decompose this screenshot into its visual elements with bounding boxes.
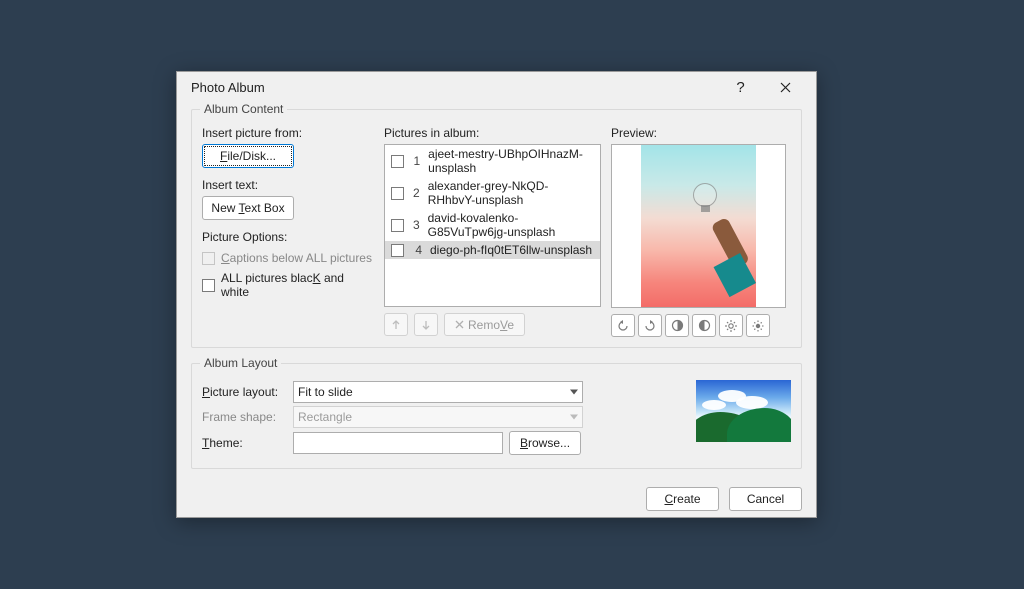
help-button[interactable]: ? bbox=[718, 72, 763, 102]
bw-checkbox-row: ALL pictures blacK and white bbox=[202, 271, 374, 299]
frame-shape-label: Frame shape: bbox=[202, 410, 287, 424]
preview-column: Preview: bbox=[611, 124, 791, 337]
list-item-name: david-kovalenko-G85VuTpw6jg-unsplash bbox=[428, 211, 594, 239]
album-content-group: Album Content Insert picture from: File/… bbox=[191, 102, 802, 348]
insert-picture-from-label: Insert picture from: bbox=[202, 126, 374, 140]
album-layout-legend: Album Layout bbox=[200, 356, 281, 370]
rotate-right-icon bbox=[643, 319, 657, 333]
contrast-down-button[interactable] bbox=[692, 314, 716, 337]
insert-text-label: Insert text: bbox=[202, 178, 374, 192]
bw-checkbox[interactable] bbox=[202, 279, 215, 292]
list-item-name: diego-ph-fIq0tET6llw-unsplash bbox=[430, 243, 592, 257]
create-button[interactable]: Create bbox=[646, 487, 719, 511]
contrast-up-button[interactable] bbox=[665, 314, 689, 337]
insert-column: Insert picture from: File/Disk... Insert… bbox=[202, 124, 374, 337]
photo-album-dialog: Photo Album ? Album Content Insert pictu… bbox=[176, 71, 817, 518]
browse-button[interactable]: Browse... bbox=[509, 431, 581, 455]
picture-layout-value: Fit to slide bbox=[298, 385, 353, 399]
close-button[interactable] bbox=[763, 72, 808, 102]
frame-shape-value: Rectangle bbox=[298, 410, 352, 424]
brightness-up-icon bbox=[724, 319, 738, 333]
file-disk-button[interactable]: File/Disk... bbox=[202, 144, 294, 168]
preview-box bbox=[611, 144, 786, 308]
list-item-checkbox[interactable] bbox=[391, 244, 404, 257]
x-icon bbox=[455, 320, 464, 329]
captions-label: Captions below ALL pictures bbox=[221, 251, 372, 265]
theme-textbox[interactable] bbox=[293, 432, 503, 454]
move-down-button bbox=[414, 313, 438, 336]
bw-label: ALL pictures blacK and white bbox=[221, 271, 374, 299]
brightness-down-icon bbox=[751, 319, 765, 333]
picture-layout-label: Picture layout: bbox=[202, 385, 287, 399]
list-item[interactable]: 2 alexander-grey-NkQD-RHhbvY-unsplash bbox=[385, 177, 600, 209]
close-icon bbox=[780, 82, 791, 93]
list-item-checkbox[interactable] bbox=[391, 155, 404, 168]
brightness-up-button[interactable] bbox=[719, 314, 743, 337]
theme-label: Theme: bbox=[202, 436, 287, 450]
dialog-title: Photo Album bbox=[191, 80, 718, 95]
dialog-titlebar: Photo Album ? bbox=[177, 72, 816, 102]
rotate-left-icon bbox=[616, 319, 630, 333]
picture-options-label: Picture Options: bbox=[202, 230, 374, 244]
list-item-number: 2 bbox=[412, 186, 420, 200]
contrast-up-icon bbox=[671, 319, 684, 332]
chevron-down-icon bbox=[570, 390, 578, 395]
chevron-down-icon bbox=[570, 415, 578, 420]
album-content-legend: Album Content bbox=[200, 102, 287, 116]
picture-layout-select[interactable]: Fit to slide bbox=[293, 381, 583, 403]
dialog-footer: Create Cancel bbox=[191, 487, 802, 511]
list-item-name: alexander-grey-NkQD-RHhbvY-unsplash bbox=[428, 179, 594, 207]
list-item-checkbox[interactable] bbox=[391, 219, 404, 232]
layout-thumbnail bbox=[696, 380, 791, 442]
album-layout-group: Album Layout Picture layout: Fit to slid… bbox=[191, 356, 802, 469]
pictures-listbox[interactable]: 1 ajeet-mestry-UBhpOIHnazM-unsplash 2 alexa… bbox=[384, 144, 601, 307]
new-text-box-button[interactable]: New Text Box bbox=[202, 196, 294, 220]
arrow-up-icon bbox=[390, 319, 402, 331]
dialog-body: Album Content Insert picture from: File/… bbox=[177, 102, 816, 523]
frame-shape-select: Rectangle bbox=[293, 406, 583, 428]
remove-button: RemoVe bbox=[444, 313, 525, 336]
rotate-left-button[interactable] bbox=[611, 314, 635, 337]
list-item-number: 3 bbox=[412, 218, 420, 232]
preview-image bbox=[641, 145, 756, 307]
pictures-in-album-label: Pictures in album: bbox=[384, 126, 601, 140]
preview-label: Preview: bbox=[611, 126, 791, 140]
list-item[interactable]: 1 ajeet-mestry-UBhpOIHnazM-unsplash bbox=[385, 145, 600, 177]
cancel-button[interactable]: Cancel bbox=[729, 487, 802, 511]
brightness-down-button[interactable] bbox=[746, 314, 770, 337]
list-item-number: 4 bbox=[412, 243, 422, 257]
rotate-right-button[interactable] bbox=[638, 314, 662, 337]
list-item-name: ajeet-mestry-UBhpOIHnazM-unsplash bbox=[428, 147, 594, 175]
preview-toolbar bbox=[611, 314, 791, 337]
contrast-down-icon bbox=[698, 319, 711, 332]
captions-checkbox bbox=[202, 252, 215, 265]
list-item[interactable]: 4 diego-ph-fIq0tET6llw-unsplash bbox=[385, 241, 600, 259]
list-item[interactable]: 3 david-kovalenko-G85VuTpw6jg-unsplash bbox=[385, 209, 600, 241]
list-item-checkbox[interactable] bbox=[391, 187, 404, 200]
pictures-column: Pictures in album: 1 ajeet-mestry-UBhpOIH… bbox=[384, 124, 601, 337]
arrow-down-icon bbox=[420, 319, 432, 331]
move-up-button bbox=[384, 313, 408, 336]
captions-checkbox-row: Captions below ALL pictures bbox=[202, 251, 374, 265]
list-item-number: 1 bbox=[412, 154, 420, 168]
